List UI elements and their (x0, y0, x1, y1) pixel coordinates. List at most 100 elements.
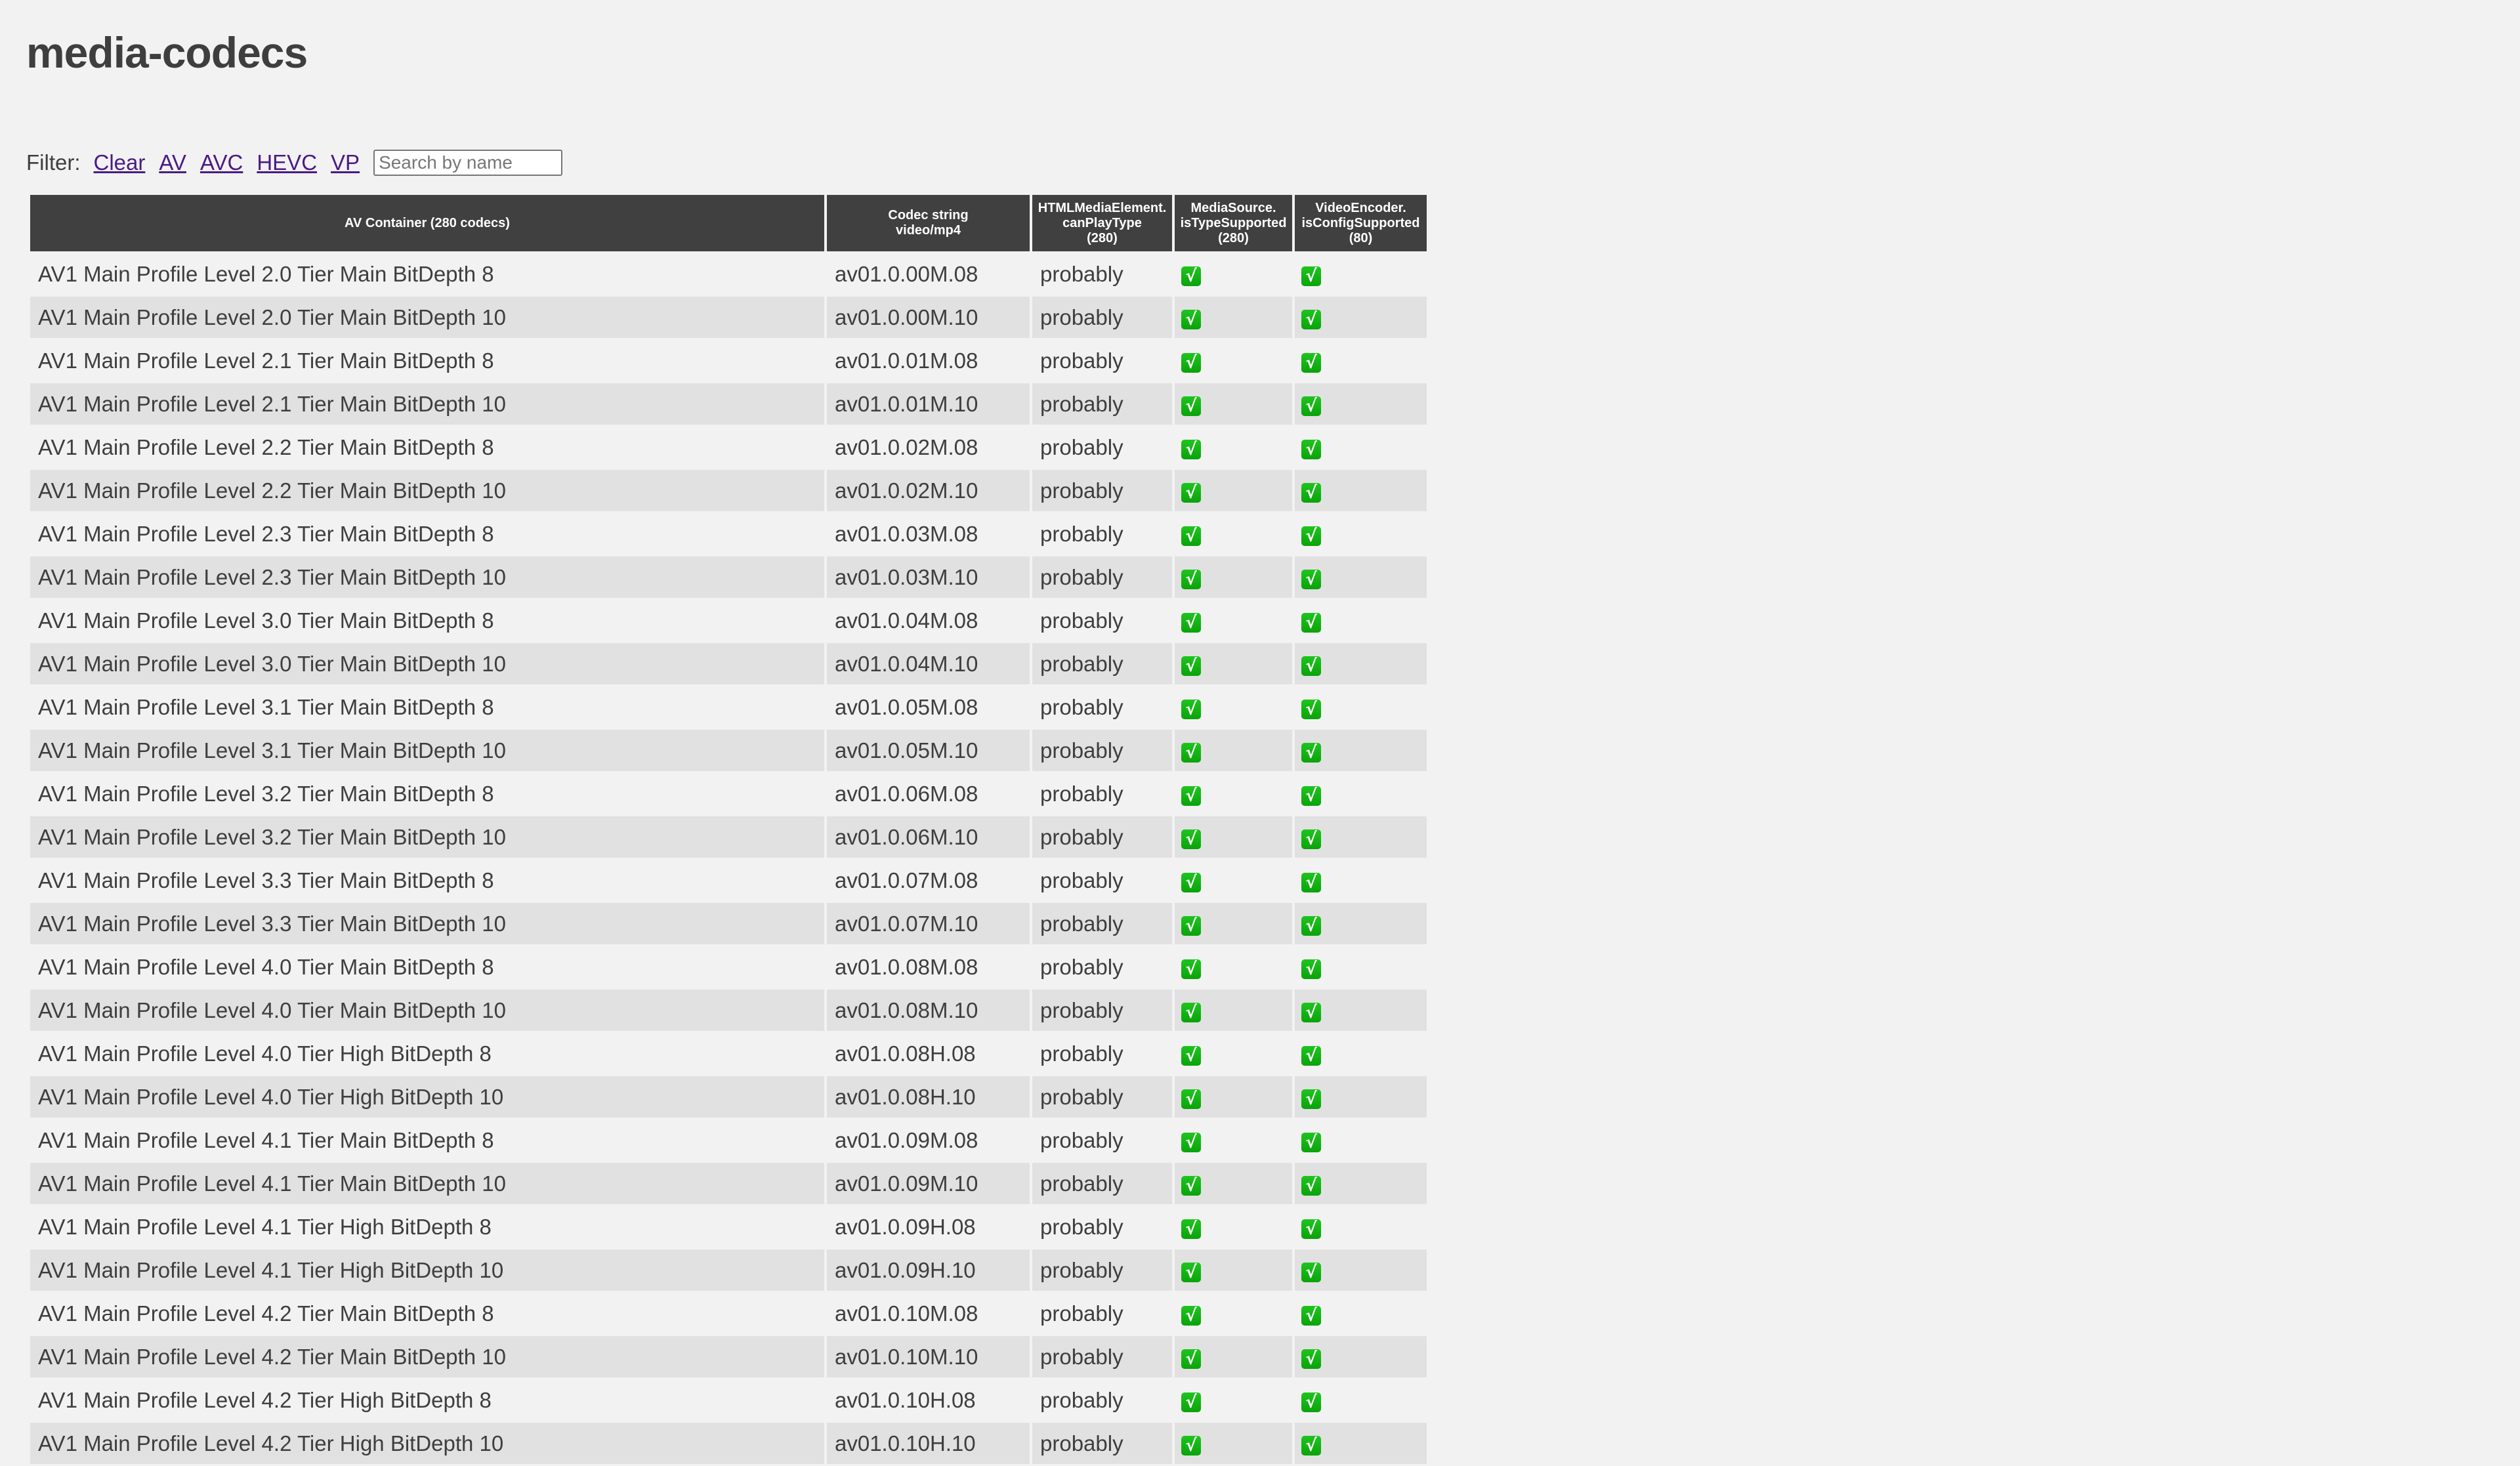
header-line: isTypeSupported (1180, 215, 1287, 230)
check-mark-button-icon: √ (1301, 1219, 1321, 1239)
check-mark-button-icon: √ (1181, 915, 1201, 936)
is-type-supported-cell: √ (1175, 990, 1292, 1031)
check-mark-button-icon: √ (1181, 785, 1201, 806)
table-row: AV1 Main Profile Level 3.3 Tier Main Bit… (30, 903, 1427, 944)
header-is-config-supported[interactable]: VideoEncoder. isConfigSupported (80) (1295, 195, 1427, 251)
filter-av-link[interactable]: AV (159, 150, 186, 175)
check-mark-button-icon: √ (1181, 266, 1201, 286)
table-row: AV1 Main Profile Level 4.1 Tier Main Bit… (30, 1163, 1427, 1204)
can-play-type-cell: probably (1032, 816, 1172, 858)
check-mark-button-icon: √ (1181, 352, 1201, 373)
is-config-supported-cell: √ (1295, 556, 1427, 598)
table-row: AV1 Main Profile Level 3.2 Tier Main Bit… (30, 816, 1427, 858)
is-type-supported-cell: √ (1175, 1293, 1292, 1334)
codec-name-cell: AV1 Main Profile Level 4.1 Tier Main Bit… (30, 1163, 824, 1204)
check-mark-button-icon: √ (1181, 1089, 1201, 1109)
is-type-supported-cell: √ (1175, 1423, 1292, 1464)
header-line: Codec string (888, 208, 969, 222)
check-mark-button-icon: √ (1181, 742, 1201, 763)
check-mark-button-icon: √ (1301, 1392, 1321, 1412)
check-mark-button-icon: √ (1181, 309, 1201, 329)
is-type-supported-cell: √ (1175, 946, 1292, 988)
codec-name-cell: AV1 Main Profile Level 2.3 Tier Main Bit… (30, 513, 824, 555)
codec-name-cell: AV1 Main Profile Level 3.3 Tier Main Bit… (30, 860, 824, 901)
filter-label: Filter: (26, 150, 81, 175)
header-is-type-supported[interactable]: MediaSource. isTypeSupported (280) (1175, 195, 1292, 251)
table-row: AV1 Main Profile Level 4.0 Tier Main Bit… (30, 946, 1427, 988)
codec-string-cell: av01.0.05M.08 (827, 686, 1030, 728)
is-config-supported-cell: √ (1295, 1033, 1427, 1074)
page-title: media-codecs (26, 28, 308, 77)
table-row: AV1 Main Profile Level 4.1 Tier Main Bit… (30, 1120, 1427, 1161)
filter-vp-link[interactable]: VP (331, 150, 360, 175)
filter-hevc-link[interactable]: HEVC (257, 150, 317, 175)
header-can-play-type[interactable]: HTMLMediaElement. canPlayType (280) (1032, 195, 1172, 251)
codec-name-cell: AV1 Main Profile Level 3.0 Tier Main Bit… (30, 643, 824, 684)
codec-string-cell: av01.0.07M.08 (827, 860, 1030, 901)
page: media-codecs Filter: Clear AV AVC HEVC V… (0, 0, 2520, 1466)
is-type-supported-cell: √ (1175, 297, 1292, 338)
codec-string-cell: av01.0.02M.08 (827, 427, 1030, 468)
codec-string-cell: av01.0.06M.10 (827, 816, 1030, 858)
codec-string-cell: av01.0.06M.08 (827, 773, 1030, 814)
is-type-supported-cell: √ (1175, 470, 1292, 511)
is-config-supported-cell: √ (1295, 1423, 1427, 1464)
check-mark-button-icon: √ (1301, 352, 1321, 373)
header-codec-string[interactable]: Codec string video/mp4 (827, 195, 1030, 251)
can-play-type-cell: probably (1032, 470, 1172, 511)
check-mark-button-icon: √ (1181, 1349, 1201, 1369)
check-mark-button-icon: √ (1181, 1435, 1201, 1456)
codec-name-cell: AV1 Main Profile Level 4.1 Tier High Bit… (30, 1206, 824, 1247)
is-config-supported-cell: √ (1295, 253, 1427, 295)
table-row: AV1 Main Profile Level 4.0 Tier High Bit… (30, 1033, 1427, 1074)
filter-avc-link[interactable]: AVC (200, 150, 243, 175)
check-mark-button-icon: √ (1301, 482, 1321, 503)
is-type-supported-cell: √ (1175, 1206, 1292, 1247)
can-play-type-cell: probably (1032, 383, 1172, 425)
codec-name-cell: AV1 Main Profile Level 4.2 Tier High Bit… (30, 1379, 824, 1421)
is-config-supported-cell: √ (1295, 297, 1427, 338)
is-config-supported-cell: √ (1295, 860, 1427, 901)
can-play-type-cell: probably (1032, 643, 1172, 684)
can-play-type-cell: probably (1032, 773, 1172, 814)
can-play-type-cell: probably (1032, 427, 1172, 468)
table-row: AV1 Main Profile Level 4.1 Tier High Bit… (30, 1206, 1427, 1247)
table-row: AV1 Main Profile Level 2.2 Tier Main Bit… (30, 470, 1427, 511)
table-row: AV1 Main Profile Level 4.1 Tier High Bit… (30, 1249, 1427, 1291)
check-mark-button-icon: √ (1301, 1089, 1321, 1109)
header-line: VideoEncoder. (1315, 200, 1406, 215)
codec-string-cell: av01.0.09H.08 (827, 1206, 1030, 1247)
can-play-type-cell: probably (1032, 990, 1172, 1031)
header-av-container[interactable]: AV Container (280 codecs) (30, 195, 824, 251)
codec-string-cell: av01.0.08H.08 (827, 1033, 1030, 1074)
is-type-supported-cell: √ (1175, 730, 1292, 771)
filter-clear-link[interactable]: Clear (94, 150, 146, 175)
check-mark-button-icon: √ (1181, 396, 1201, 416)
table-row: AV1 Main Profile Level 4.2 Tier High Bit… (30, 1423, 1427, 1464)
is-config-supported-cell: √ (1295, 340, 1427, 381)
table-row: AV1 Main Profile Level 3.0 Tier Main Bit… (30, 643, 1427, 684)
is-config-supported-cell: √ (1295, 1336, 1427, 1377)
is-config-supported-cell: √ (1295, 513, 1427, 555)
is-config-supported-cell: √ (1295, 1379, 1427, 1421)
search-input[interactable] (373, 150, 563, 176)
header-line: (80) (1349, 230, 1373, 245)
check-mark-button-icon: √ (1181, 656, 1201, 676)
check-mark-button-icon: √ (1181, 1262, 1201, 1282)
table-row: AV1 Main Profile Level 3.1 Tier Main Bit… (30, 686, 1427, 728)
check-mark-button-icon: √ (1301, 396, 1321, 416)
check-mark-button-icon: √ (1181, 699, 1201, 719)
check-mark-button-icon: √ (1301, 1435, 1321, 1456)
codec-string-cell: av01.0.09H.10 (827, 1249, 1030, 1291)
is-config-supported-cell: √ (1295, 643, 1427, 684)
is-type-supported-cell: √ (1175, 600, 1292, 641)
can-play-type-cell: probably (1032, 1379, 1172, 1421)
is-config-supported-cell: √ (1295, 990, 1427, 1031)
check-mark-button-icon: √ (1301, 1132, 1321, 1152)
header-line: video/mp4 (896, 223, 961, 238)
table-row: AV1 Main Profile Level 3.1 Tier Main Bit… (30, 730, 1427, 771)
is-type-supported-cell: √ (1175, 513, 1292, 555)
codec-name-cell: AV1 Main Profile Level 4.2 Tier Main Bit… (30, 1293, 824, 1334)
codec-string-cell: av01.0.04M.10 (827, 643, 1030, 684)
is-type-supported-cell: √ (1175, 1120, 1292, 1161)
